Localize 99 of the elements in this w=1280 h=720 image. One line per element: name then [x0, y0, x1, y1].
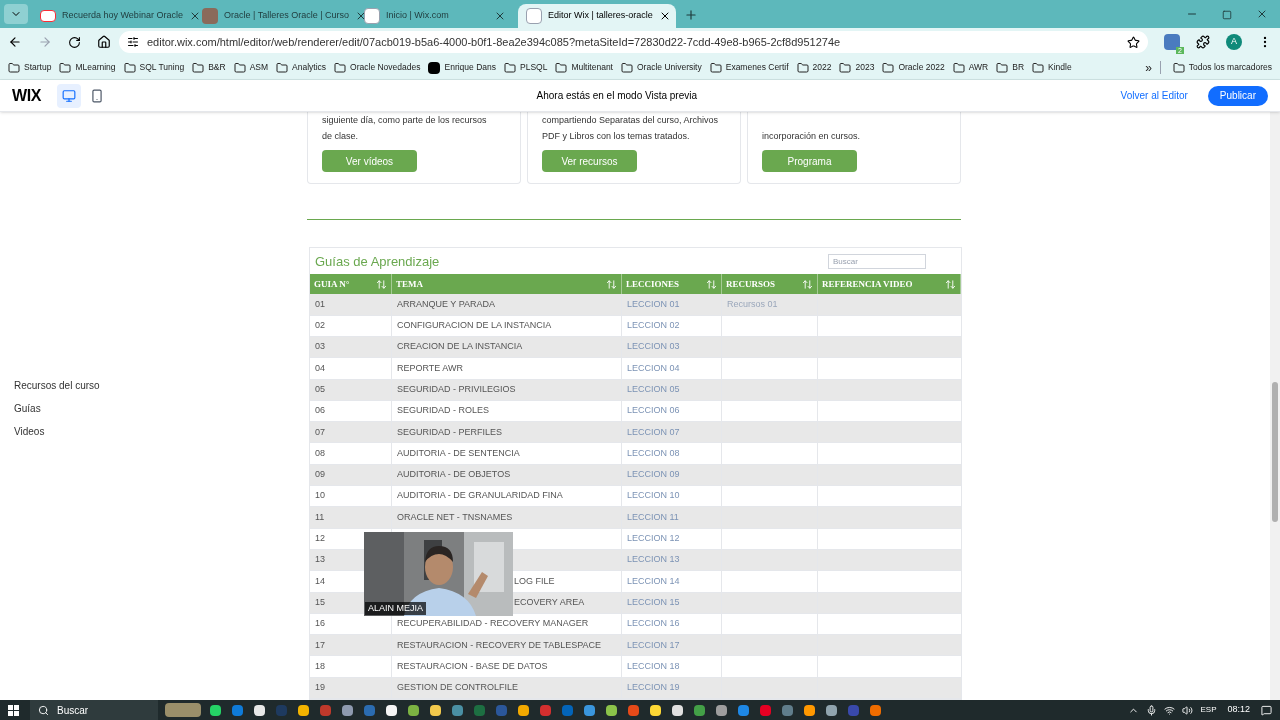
table-cell: 03 [310, 336, 392, 358]
bookmark-item[interactable]: MLearning [59, 61, 116, 74]
bookmark-item[interactable]: Analytics [276, 61, 327, 74]
bookmark-item[interactable]: B&R [192, 61, 226, 74]
lesson-link[interactable]: LECCION 07 [627, 425, 680, 440]
table-cell: SEGURIDAD - PERFILES [392, 422, 622, 443]
bookmark-item[interactable]: AWR [952, 61, 989, 74]
lesson-link[interactable]: LECCION 16 [627, 617, 680, 631]
bookmark-item[interactable]: BR [996, 61, 1025, 74]
table-cell: 05 [310, 379, 392, 400]
lesson-link[interactable]: LECCION 10 [627, 489, 680, 503]
lesson-link[interactable]: LECCION 03 [627, 340, 680, 354]
all-bookmarks-item[interactable]: Todos los marcadores [1159, 61, 1272, 74]
table-title: Guías de Aprendizaje [315, 252, 441, 271]
lesson-link[interactable]: LECCION 12 [627, 532, 680, 546]
profile-avatar[interactable]: A [1226, 34, 1242, 50]
bookmark-item[interactable]: 2022 [796, 61, 832, 74]
table-cell: 04 [310, 358, 392, 379]
card-text: de clase. [322, 130, 360, 143]
lesson-link[interactable]: LECCION 06 [627, 404, 680, 418]
card-text: siguiente día, como parte de los recursos [322, 114, 488, 127]
publish-button[interactable]: Publicar [1207, 85, 1268, 106]
table-cell: 07 [310, 422, 392, 443]
clock[interactable]: 08:12 [1227, 703, 1250, 717]
search-field[interactable]: Buscar [828, 253, 926, 269]
bookmark-item[interactable]: Kindle [1032, 61, 1072, 74]
lesson-link[interactable]: LECCION 02 [627, 319, 680, 333]
side-nav-link[interactable]: Guías [14, 401, 307, 416]
table-cell: 02 [310, 315, 392, 336]
browser-tab[interactable]: Editor Wix | talleres-oracle [518, 4, 676, 28]
table-cell: AUDITORIA - DE GRANULARIDAD FINA [392, 486, 622, 507]
side-nav-link[interactable]: Videos [14, 424, 307, 439]
tab-title: Inicio | Wix.com [386, 9, 450, 23]
table-cell: AUDITORIA - DE OBJETOS [392, 464, 622, 486]
table-cell: AUDITORIA - DE SENTENCIA [392, 443, 622, 464]
lesson-link[interactable]: LECCION 15 [627, 595, 680, 610]
table-cell: 08 [310, 443, 392, 464]
bookmark-item[interactable]: SQL Tuning [123, 61, 185, 74]
table-cell: SEGURIDAD - ROLES [392, 400, 622, 422]
bookmark-item[interactable]: Oracle University [621, 61, 702, 74]
table-cell: CONFIGURACION DE LA INSTANCIA [392, 315, 622, 336]
lesson-link[interactable]: LECCION 18 [627, 659, 680, 674]
table-cell: 09 [310, 464, 392, 486]
table-cell: 19 [310, 677, 392, 698]
tab-title: Editor Wix | talleres-oracle [548, 9, 653, 23]
lesson-link[interactable]: LECCION 08 [627, 446, 680, 461]
taskbar-search[interactable]: Buscar [30, 700, 158, 720]
table-cell: ARRANQUE Y PARADA [392, 294, 622, 315]
table-cell: 06 [310, 400, 392, 422]
table-cell: 01 [310, 294, 392, 315]
bookmark-item[interactable]: Enrique Dans [428, 61, 496, 74]
address-field[interactable]: editor.wix.com/html/editor/web/renderer/edit/07acb019-b5a6-4000-b0f1-8ea2e394c085?metaSiteId=72830d22-7cdd-49e8-b965-2cf8d951274e [119, 31, 1148, 53]
table-cell: ORACLE NET - TNSNAMES [392, 507, 622, 528]
table-cell: 17 [310, 635, 392, 656]
table-cell: GESTION DE CONTROLFILE [392, 677, 622, 698]
table-cell: RESTAURACION - BASE DE DATOS [392, 656, 622, 677]
tab-title: Oracle | Talleres Oracle | Curso [224, 9, 350, 23]
wix-logo: WIX [12, 85, 42, 106]
participant-name: ALAIN MEJIA [365, 602, 426, 616]
table-cell: 18 [310, 656, 392, 677]
table-cell: CREACION DE LA INSTANCIA [392, 336, 622, 358]
table-cell: SEGURIDAD - PRIVILEGIOS [392, 379, 622, 400]
lesson-link[interactable]: LECCION 14 [627, 574, 680, 589]
table-cell: 10 [310, 486, 392, 507]
bookmark-item[interactable]: Examenes Certif [709, 61, 789, 74]
bookmark-item[interactable]: Startup [8, 61, 52, 74]
preview-notice: Ahora estás en el modo Vista previa [536, 89, 698, 103]
bookmark-item[interactable]: PLSQL [504, 61, 548, 74]
bookmark-item[interactable]: ASM [233, 61, 269, 74]
lesson-link[interactable]: LECCION 17 [627, 638, 680, 652]
table-cell: REPORTE AWR [392, 358, 622, 379]
card-button[interactable]: Ver recursos [542, 150, 637, 172]
bookmark-item[interactable]: 2023 [839, 61, 875, 74]
bookmark-item[interactable]: Multitenant [555, 61, 613, 74]
card-button[interactable]: Programa [762, 150, 857, 172]
card-text: incorporación en cursos. [762, 130, 862, 143]
bookmark-item[interactable]: Oracle Novedades [334, 61, 421, 74]
tab-title: Recuerda hoy Webinar Oracle [62, 9, 183, 23]
lesson-link[interactable]: LECCION 05 [627, 382, 680, 397]
lesson-link[interactable]: LECCION 09 [627, 468, 680, 482]
browser-tab[interactable]: Oracle | Talleres Oracle | Curso [194, 4, 352, 28]
lesson-link[interactable]: LECCION 19 [627, 681, 680, 695]
lesson-link[interactable]: LECCION 13 [627, 553, 680, 567]
lesson-link[interactable]: LECCION 04 [627, 361, 680, 376]
bookmark-item[interactable]: Oracle 2022 [882, 61, 945, 74]
browser-tab[interactable]: Recuerda hoy Webinar Oracle [32, 4, 190, 28]
card-text: compartiendo Separatas del curso, Archivos [542, 114, 720, 127]
back-to-editor-link[interactable]: Volver al Editor [1120, 88, 1188, 103]
lesson-link[interactable]: LECCION 11 [627, 510, 679, 525]
browser-tab[interactable]: Inicio | Wix.com [356, 4, 514, 28]
language-indicator[interactable]: ESP [1200, 704, 1217, 716]
side-nav-link[interactable]: Recursos del curso [14, 378, 307, 393]
table-cell: 11 [310, 507, 392, 528]
url-text: editor.wix.com/html/editor/web/renderer/edit/07acb019-b5a6-4000-b0f1-8ea2e394c085?metaSiteId=72830d22-7cdd-49e8-b965-2cf8d951274e [147, 34, 842, 50]
table-cell: RESTAURACION - RECOVERY DE TABLESPACE [392, 635, 622, 656]
card-button[interactable]: Ver vídeos [322, 150, 417, 172]
more-bookmarks[interactable]: » [1145, 58, 1152, 77]
lesson-link[interactable]: LECCION 01 [627, 297, 680, 312]
card-text: PDF y Libros con los temas tratados. [542, 130, 691, 143]
